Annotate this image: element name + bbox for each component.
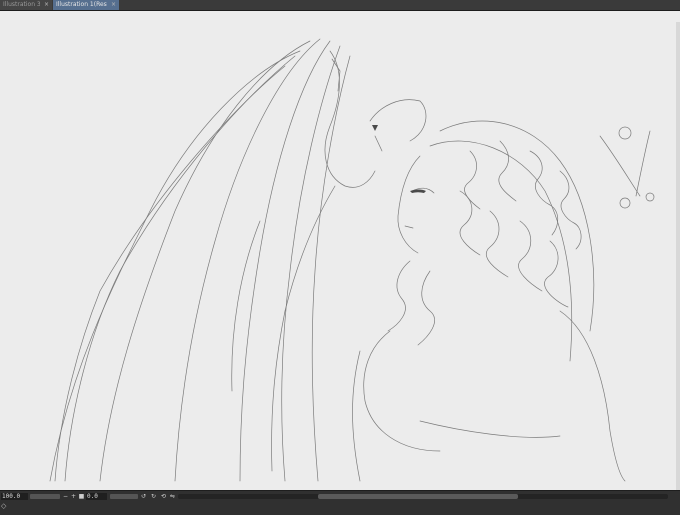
tab-illustration-1[interactable]: Illustration 1(Restore)* ×: [53, 0, 119, 10]
zoom-in-icon[interactable]: +: [70, 493, 77, 500]
scrollbar-thumb[interactable]: [318, 494, 518, 499]
zoom-out-icon[interactable]: −: [62, 493, 69, 500]
vertical-scrollbar[interactable]: [676, 22, 680, 490]
sketch-artwork: [49, 38, 655, 482]
reset-rotation-icon[interactable]: ⟲: [160, 493, 167, 500]
close-icon[interactable]: ×: [44, 0, 49, 10]
drawing-canvas[interactable]: [0, 11, 680, 490]
tab-illustration-3[interactable]: Illustration 3(Bro ×: [0, 0, 52, 10]
rotate-right-icon[interactable]: ↻: [150, 493, 157, 500]
fit-icon[interactable]: ■: [78, 493, 85, 500]
tab-label: Illustration 1(Restore)*: [56, 1, 107, 8]
zoom-slider[interactable]: [30, 494, 60, 499]
navigator-status-bar: 100.0 − + ■ 0.0 ↺ ↻ ⟲ ⇋ ◇: [0, 490, 680, 515]
navigator-icon: ◇: [1, 502, 7, 510]
flip-icon[interactable]: ⇋: [169, 493, 176, 500]
tab-label: Illustration 3(Bro: [3, 1, 40, 8]
rotation-slider[interactable]: [110, 494, 138, 499]
document-tab-bar: Illustration 3(Bro × Illustration 1(Rest…: [0, 0, 680, 11]
rotate-left-icon[interactable]: ↺: [140, 493, 147, 500]
close-icon[interactable]: ×: [111, 0, 116, 10]
horizontal-scrollbar[interactable]: [178, 494, 668, 499]
zoom-field[interactable]: 100.0: [1, 493, 28, 500]
rotation-angle-field[interactable]: 0.0: [86, 493, 107, 500]
